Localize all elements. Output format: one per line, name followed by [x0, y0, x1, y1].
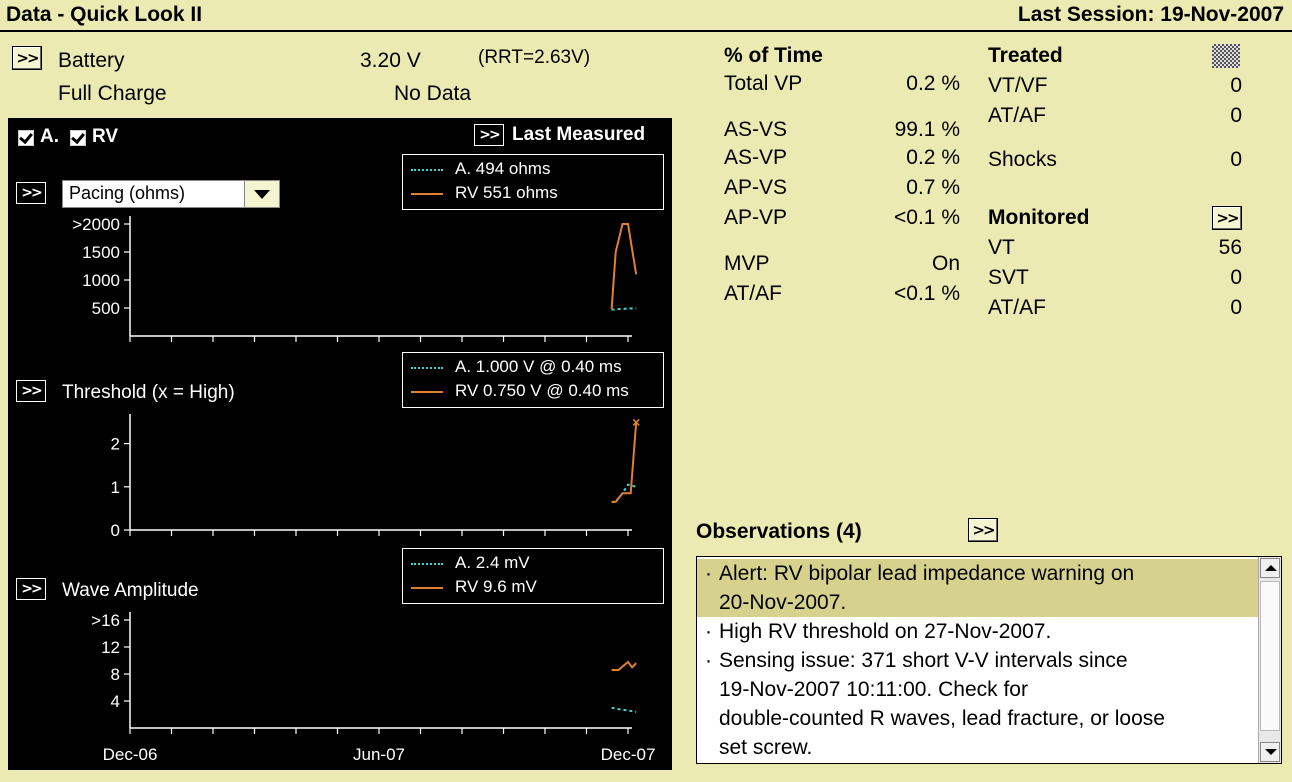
list-item[interactable]: · High RV threshold on 27-Nov-2007.: [697, 617, 1259, 646]
time-row-value: 0.2 %: [906, 146, 960, 169]
atrial-series-line: [611, 706, 637, 713]
time-row-label: AS-VP: [724, 146, 788, 169]
monitored-row-value: 56: [1218, 236, 1242, 259]
time-row-label: AT/AF: [724, 282, 782, 305]
atrial-series-line: [611, 307, 637, 311]
high-threshold-marker: ×: [632, 414, 640, 430]
y-tick-label: >2000: [72, 215, 120, 234]
observations-list[interactable]: · Alert: RV bipolar lead impedance warni…: [696, 556, 1282, 764]
treated-heading: Treated: [988, 44, 1063, 67]
y-tick-label: 8: [111, 665, 120, 684]
monitored-row-label: SVT: [988, 266, 1029, 289]
observations-scrollbar[interactable]: [1258, 557, 1281, 763]
y-tick-label: 12: [101, 638, 120, 657]
y-tick-label: 2: [111, 435, 120, 454]
time-row-label: AS-VS: [724, 118, 788, 141]
y-tick-label: 4: [111, 692, 120, 711]
treated-row-value: 0: [1230, 104, 1242, 127]
x-tick-label: Dec-07: [601, 745, 656, 764]
y-tick-label: >16: [91, 611, 120, 630]
list-item[interactable]: · Alert: RV bipolar lead impedance warni…: [697, 559, 1259, 617]
time-row-value: On: [931, 252, 960, 275]
monitored-row-label: AT/AF: [988, 296, 1046, 319]
observations-details-button[interactable]: >>: [968, 518, 998, 542]
treated-row-value: 0: [1230, 148, 1242, 171]
battery-details-button[interactable]: >>: [12, 46, 42, 70]
title-bar: Data - Quick Look II Last Session: 19-No…: [0, 0, 1292, 32]
scroll-down-icon[interactable]: [1260, 742, 1280, 762]
y-tick-label: 500: [92, 299, 120, 318]
rv-series-line: [610, 223, 638, 310]
time-row-value: <0.1 %: [894, 282, 960, 305]
battery-label: Battery: [58, 49, 125, 72]
scroll-up-icon[interactable]: [1260, 558, 1280, 578]
time-heading: % of Time: [724, 44, 823, 67]
list-item[interactable]: · Sensing issue: 371 short V-V intervals…: [697, 646, 1259, 762]
trend-charts: >2000 1500 1000 500 2 1 0 >16 12 8 4 × Dec-06 Jun-07 D…: [72, 215, 656, 764]
time-row-value: 0.7 %: [906, 176, 960, 199]
treated-pattern-icon: [1212, 44, 1240, 68]
scroll-thumb[interactable]: [1260, 581, 1280, 731]
window-title: Data - Quick Look II: [6, 3, 203, 26]
treated-row-label: VT/VF: [988, 74, 1048, 97]
time-row-label: AP-VS: [724, 176, 788, 199]
time-row-value: 99.1 %: [894, 118, 960, 141]
time-row-label: MVP: [724, 252, 770, 275]
battery-rrt: (RRT=2.63V): [478, 47, 591, 68]
time-row-label: Total VP: [724, 72, 803, 95]
full-charge-value: No Data: [394, 82, 472, 105]
monitored-row-label: VT: [988, 236, 1015, 259]
treated-row-value: 0: [1230, 74, 1242, 97]
treated-row-label: Shocks: [988, 148, 1057, 171]
monitored-row-value: 0: [1230, 296, 1242, 319]
y-tick-label: 1: [111, 478, 120, 497]
y-tick-label: 0: [111, 521, 120, 540]
time-row-value: 0.2 %: [906, 72, 960, 95]
x-tick-label: Dec-06: [103, 745, 158, 764]
monitored-heading: Monitored: [988, 206, 1090, 229]
time-row-value: <0.1 %: [894, 206, 960, 229]
treated-row-label: AT/AF: [988, 104, 1046, 127]
x-tick-label: Jun-07: [353, 745, 405, 764]
monitored-details-button[interactable]: >>: [1212, 206, 1242, 230]
full-charge-label: Full Charge: [58, 82, 167, 105]
observations-heading: Observations (4): [696, 520, 862, 543]
battery-value: 3.20 V: [360, 49, 421, 72]
y-tick-label: 1000: [82, 271, 120, 290]
lead-trends-panel: A. RV >> Last Measured >> Pacing (ohms) …: [8, 118, 672, 770]
time-row-label: AP-VP: [724, 206, 788, 229]
monitored-row-value: 0: [1230, 266, 1242, 289]
last-session: Last Session: 19-Nov-2007: [1017, 3, 1284, 26]
rv-series-line: [611, 660, 637, 671]
y-tick-label: 1500: [82, 243, 120, 262]
